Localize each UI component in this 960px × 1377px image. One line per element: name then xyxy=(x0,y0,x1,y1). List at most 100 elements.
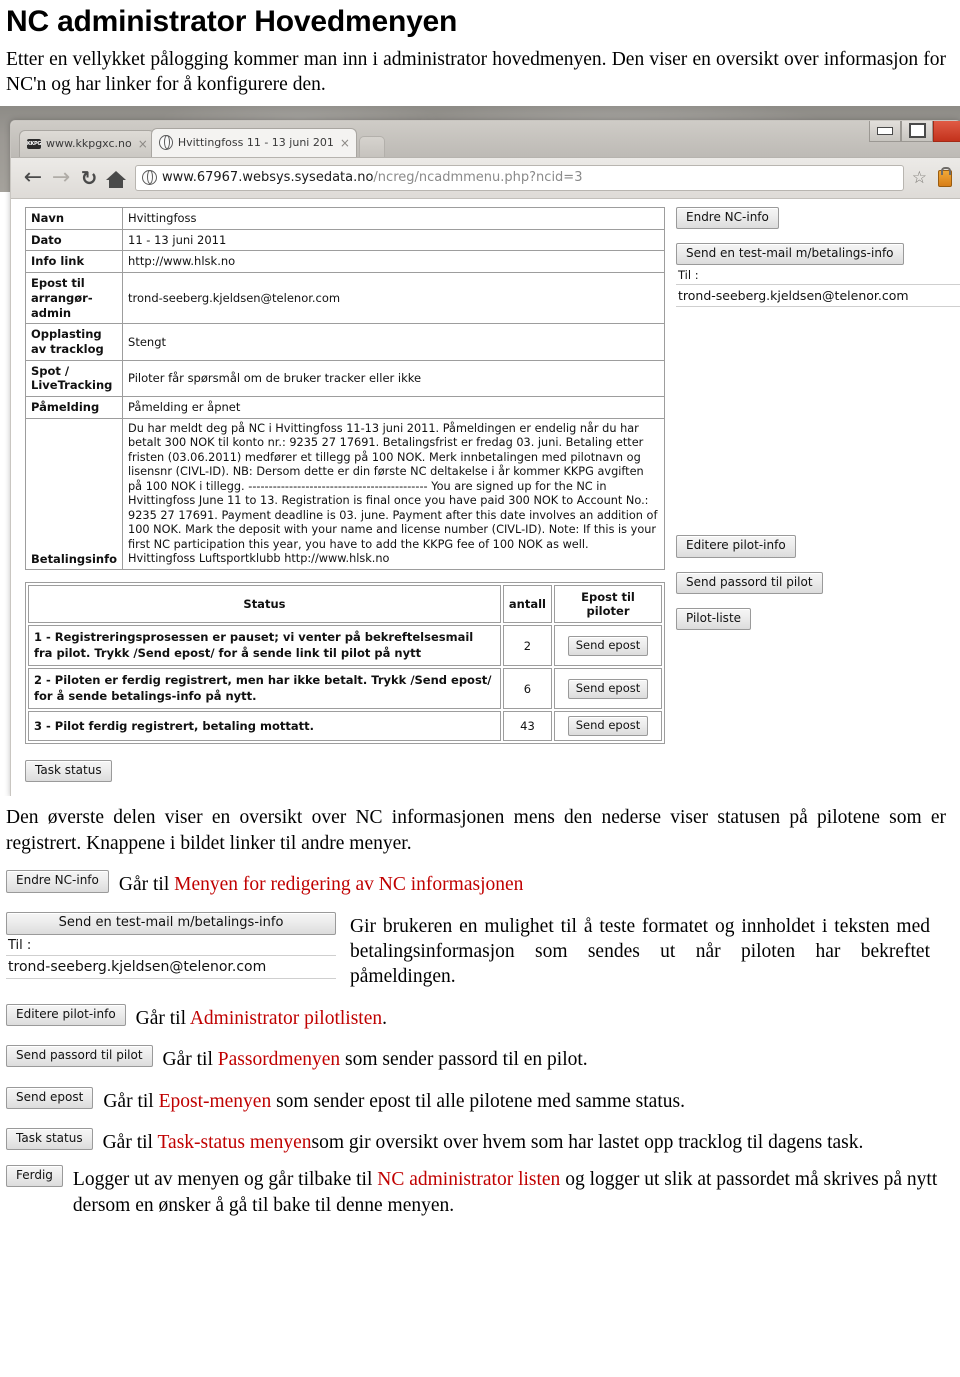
globe-icon xyxy=(158,135,173,151)
send-epost-button[interactable]: Send epost xyxy=(567,679,649,699)
explanation-editere-pilot-info: Editere pilot-info Går til Administrator… xyxy=(6,1003,960,1031)
window-controls xyxy=(869,120,960,142)
task-status-row: Task status xyxy=(25,760,670,783)
new-tab-button[interactable] xyxy=(358,135,385,157)
explanation-ferdig: Ferdig Logger ut av menyen og går tilbak… xyxy=(6,1165,960,1218)
browser-toolbar: ← → ↻ www.67967.websys.sysedata.no/ncreg… xyxy=(11,156,960,198)
explanation-text: Går til Administrator pilotlisten. xyxy=(136,1004,387,1031)
row-value: Piloter får spørsmål om de bruker tracke… xyxy=(122,359,665,398)
back-icon[interactable]: ← xyxy=(19,166,47,189)
intro-paragraph: Etter en vellykket pålogging kommer man … xyxy=(6,48,946,96)
endre-nc-info-row: Endre NC-info xyxy=(676,206,960,230)
maximize-icon[interactable] xyxy=(901,120,933,142)
status-description: 2 - Piloten er ferdig registrert, men ha… xyxy=(28,668,501,710)
tab-label: www.kkpgxc.no xyxy=(46,137,132,151)
send-epost-button[interactable]: Send epost xyxy=(567,716,649,737)
til-email-field[interactable]: trond-seeberg.kjeldsen@telenor.com xyxy=(676,284,960,308)
row-value: Påmelding er åpnet xyxy=(122,396,665,419)
wrench-icon[interactable] xyxy=(935,166,953,188)
column-header-antall: antall xyxy=(502,585,552,624)
table-row-betalingsinfo: Betalingsinfo Du har meldt deg på NC i H… xyxy=(24,417,665,571)
til-label: Til : xyxy=(8,938,32,954)
column-header-status: Status xyxy=(28,585,501,624)
explanation-post: som sender epost til alle pilotene med s… xyxy=(271,1090,685,1112)
tab-hvittingfoss[interactable]: Hvittingfoss 11 - 13 juni 201 × xyxy=(150,127,357,157)
explanation-text: Gir brukeren en mulighet til å teste for… xyxy=(350,915,930,988)
row-value: Du har meldt deg på NC i Hvittingfoss 11… xyxy=(122,417,665,571)
browser-titlebar: KKPG www.kkpgxc.no × Hvittingfoss 11 - 1… xyxy=(11,120,960,157)
row-value: trond-seeberg.kjeldsen@telenor.com xyxy=(122,272,665,325)
page-title: NC administrator Hovedmenyen xyxy=(6,5,458,38)
minimize-icon[interactable] xyxy=(869,120,901,142)
explanation-link[interactable]: Passordmenyen xyxy=(218,1049,340,1070)
endre-nc-info-button[interactable]: Endre NC-info xyxy=(676,206,779,230)
browser-screenshot: KKPG www.kkpgxc.no × Hvittingfoss 11 - 1… xyxy=(0,105,960,796)
row-label: Navn xyxy=(24,206,124,230)
row-label: Dato xyxy=(24,228,124,252)
explanation-task-status: Task status Går til Task-status menyenso… xyxy=(6,1127,960,1155)
send-passord-til-pilot-button[interactable]: Send passord til pilot xyxy=(6,1045,153,1068)
table-row: Spot / LiveTracking Piloter får spørsmål… xyxy=(24,359,665,398)
til-email-field[interactable]: trond-seeberg.kjeldsen@telenor.com xyxy=(6,955,336,980)
send-passord-row: Send passord til pilot xyxy=(676,571,960,594)
explanation-text: Går til Epost-menyen som sender epost ti… xyxy=(103,1087,685,1114)
address-bar[interactable]: www.67967.websys.sysedata.no/ncreg/ncadm… xyxy=(135,164,904,191)
row-value: 11 - 13 juni 2011 xyxy=(122,228,665,252)
forward-icon[interactable]: → xyxy=(47,166,75,189)
explanation-text: Logger ut av menyen og går tilbake til N… xyxy=(73,1165,938,1218)
status-description: 3 - Pilot ferdig registrert, betaling mo… xyxy=(28,711,501,742)
send-epost-cell: Send epost xyxy=(554,668,662,710)
editere-pilot-info-button[interactable]: Editere pilot-info xyxy=(6,1003,126,1026)
globe-icon xyxy=(142,170,157,186)
explanation-link[interactable]: Epost-menyen xyxy=(159,1091,272,1112)
close-icon[interactable] xyxy=(933,120,960,142)
row-value: Hvittingfoss xyxy=(122,206,665,230)
send-epost-button[interactable]: Send epost xyxy=(567,636,649,656)
explanation-pre: Går til xyxy=(102,1131,158,1153)
explanation-text: Går til Passordmenyen som sender passord… xyxy=(163,1045,588,1072)
explanation-endre-nc-info: Endre NC-info Går til Menyen for rediger… xyxy=(6,870,960,897)
explanation-link[interactable]: Menyen for redigering av NC informasjone… xyxy=(174,874,523,895)
explanation-pre: Går til xyxy=(103,1090,159,1112)
task-status-button[interactable]: Task status xyxy=(6,1127,93,1151)
pilot-status-table: Status antall Epost til piloter 1 - Regi… xyxy=(25,582,665,745)
endre-nc-info-button[interactable]: Endre NC-info xyxy=(6,870,109,893)
row-value: http://www.hlsk.no xyxy=(122,250,665,274)
ferdig-button[interactable]: Ferdig xyxy=(6,1165,63,1188)
send-test-mail-button[interactable]: Send en test-mail m/betalings-info xyxy=(6,911,336,936)
tab-strip: KKPG www.kkpgxc.no × Hvittingfoss 11 - 1… xyxy=(19,127,385,157)
task-status-button[interactable]: Task status xyxy=(25,760,112,783)
tab-kkpgxc[interactable]: KKPG www.kkpgxc.no × xyxy=(19,129,155,157)
home-icon[interactable] xyxy=(103,167,129,189)
explanation-link[interactable]: Administrator pilotlisten xyxy=(190,1008,382,1029)
close-icon[interactable]: × xyxy=(138,138,148,150)
pilot-liste-button[interactable]: Pilot-liste xyxy=(676,607,752,630)
reload-icon[interactable]: ↻ xyxy=(75,168,103,188)
explanation-pre: Går til xyxy=(162,1049,218,1071)
row-label: Epost til arrangør-admin xyxy=(24,272,124,325)
test-mail-block: Send en test-mail m/betalings-info Til :… xyxy=(676,243,960,308)
page-viewport: Navn Hvittingfoss Dato 11 - 13 juni 2011… xyxy=(11,197,960,796)
editere-pilot-info-row: Editere pilot-info xyxy=(676,535,960,558)
explanation-pre: Går til xyxy=(135,1007,190,1029)
table-row: Opplasting av tracklog Stengt xyxy=(24,323,665,361)
table-row: Dato 11 - 13 juni 2011 xyxy=(24,228,665,252)
table-row: 3 - Pilot ferdig registrert, betaling mo… xyxy=(28,711,662,742)
explanation-list: Endre NC-info Går til Menyen for rediger… xyxy=(6,870,960,1217)
explanation-pre: Går til xyxy=(118,874,175,896)
explanation-link[interactable]: NC administrator listen xyxy=(377,1169,560,1190)
test-mail-card: Send en test-mail m/betalings-info Til :… xyxy=(6,911,336,980)
close-icon[interactable]: × xyxy=(340,137,350,149)
right-column: Endre NC-info Send en test-mail m/betali… xyxy=(676,206,960,644)
send-passord-til-pilot-button[interactable]: Send passord til pilot xyxy=(676,571,823,594)
explanation-pre: Logger ut av menyen og går tilbake til xyxy=(72,1169,378,1191)
bookmark-star-icon[interactable]: ☆ xyxy=(912,168,927,188)
explanation-text: Går til Task-status menyensom gir oversi… xyxy=(103,1128,918,1155)
explanation-link[interactable]: Task-status menyen xyxy=(157,1132,311,1153)
editere-pilot-info-button[interactable]: Editere pilot-info xyxy=(676,535,796,558)
row-label: Spot / LiveTracking xyxy=(24,359,124,398)
send-test-mail-button[interactable]: Send en test-mail m/betalings-info xyxy=(676,243,904,266)
send-epost-cell: Send epost xyxy=(554,625,662,667)
row-label: Info link xyxy=(24,250,124,274)
send-epost-button[interactable]: Send epost xyxy=(6,1086,94,1109)
